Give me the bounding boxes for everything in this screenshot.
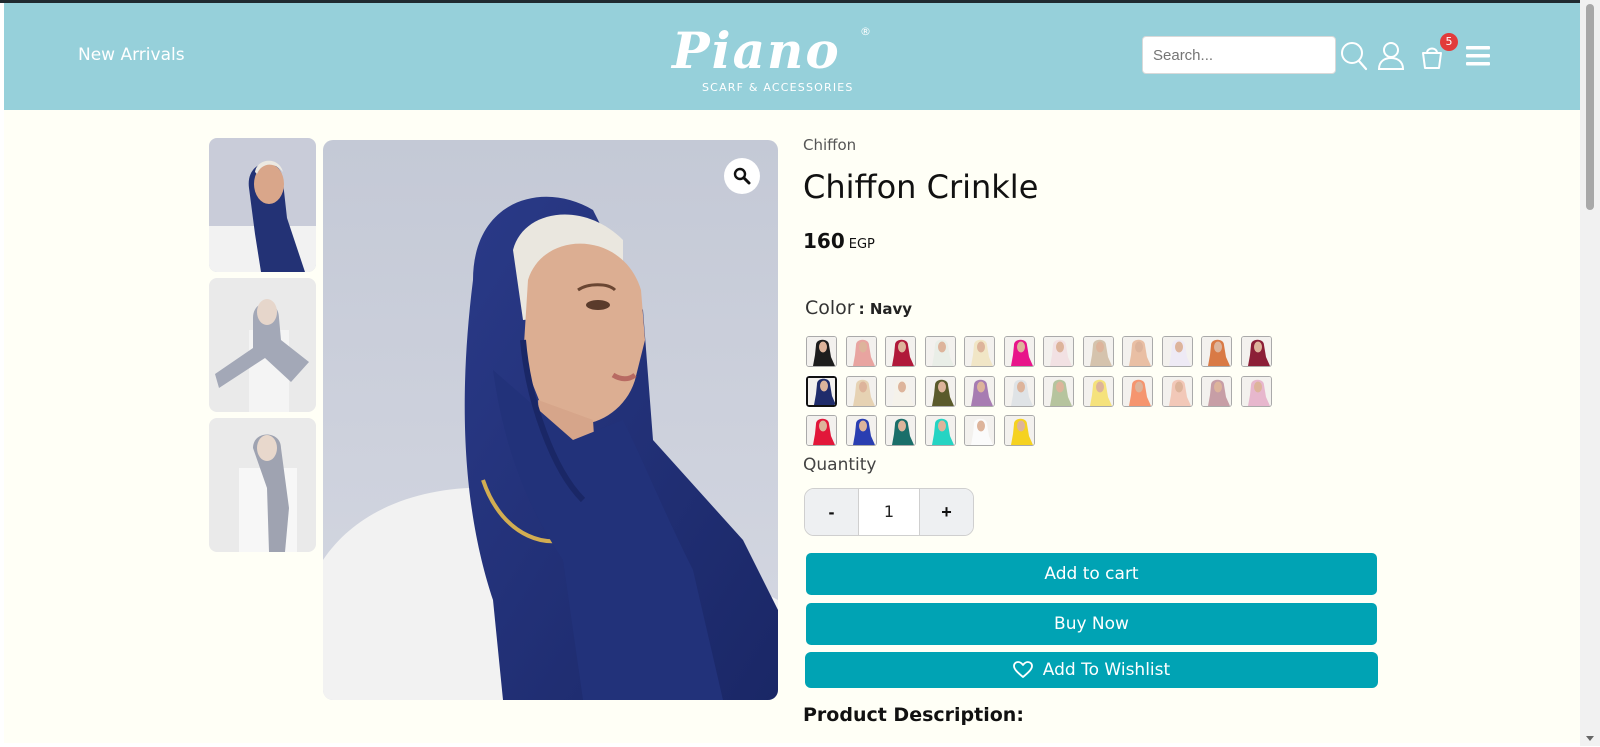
color-swatch[interactable] — [1043, 376, 1074, 407]
color-swatch[interactable] — [846, 336, 877, 367]
buy-now-button[interactable]: Buy Now — [806, 603, 1377, 645]
color-swatch[interactable] — [1201, 336, 1232, 367]
magnifier-icon — [733, 167, 751, 185]
color-swatch[interactable] — [925, 376, 956, 407]
product-category[interactable]: Chiffon — [803, 136, 856, 154]
color-swatch[interactable] — [1004, 336, 1035, 367]
selected-color-name: : Navy — [858, 300, 913, 318]
add-to-wishlist-label: Add To Wishlist — [1042, 660, 1171, 680]
new-arrivals-link[interactable]: New Arrivals — [78, 45, 185, 65]
product-price: 160 EGP — [803, 229, 875, 253]
quantity-increase-button[interactable]: + — [919, 489, 973, 535]
quantity-stepper: - 1 + — [804, 488, 974, 536]
quantity-decrease-button[interactable]: - — [805, 489, 859, 535]
color-swatch[interactable] — [925, 336, 956, 367]
user-icon[interactable] — [1377, 41, 1405, 71]
color-swatch[interactable] — [1162, 336, 1193, 367]
heart-icon — [1012, 661, 1033, 678]
product-page: New Arrivals Piano ® SCARF & ACCESSORIES… — [4, 3, 1580, 743]
color-label: Color — [805, 297, 855, 319]
price-currency: EGP — [848, 237, 875, 252]
add-to-wishlist-button[interactable]: Add To Wishlist — [805, 652, 1378, 688]
buy-now-label: Buy Now — [1054, 614, 1129, 634]
color-swatch[interactable] — [1004, 376, 1035, 407]
add-to-cart-button[interactable]: Add to cart — [806, 553, 1377, 595]
color-swatch[interactable] — [964, 415, 995, 446]
color-swatch[interactable] — [885, 336, 916, 367]
logo-tagline: SCARF & ACCESSORIES — [702, 81, 854, 94]
quantity-value[interactable]: 1 — [859, 489, 919, 535]
color-swatch[interactable] — [1083, 336, 1114, 367]
main-product-image[interactable] — [323, 140, 778, 700]
color-swatch[interactable] — [846, 415, 877, 446]
search-input[interactable] — [1142, 36, 1336, 74]
price-amount: 160 — [803, 229, 845, 253]
cart-count-badge: 5 — [1440, 33, 1458, 51]
color-swatch[interactable] — [925, 415, 956, 446]
product-description-heading: Product Description: — [803, 704, 1024, 726]
search-icon[interactable] — [1340, 41, 1368, 71]
color-swatch[interactable] — [806, 336, 837, 367]
menu-icon[interactable] — [1464, 43, 1492, 73]
product-title: Chiffon Crinkle — [803, 168, 1039, 206]
color-swatch[interactable] — [1122, 376, 1153, 407]
color-swatch[interactable] — [964, 336, 995, 367]
color-swatch[interactable] — [885, 376, 916, 407]
color-swatch[interactable] — [1004, 415, 1035, 446]
color-swatch[interactable] — [805, 375, 838, 408]
color-swatch[interactable] — [1043, 336, 1074, 367]
scrollbar-thumb[interactable] — [1586, 4, 1594, 210]
color-swatch[interactable] — [1083, 376, 1114, 407]
color-swatch[interactable] — [964, 376, 995, 407]
logo-wordmark: Piano — [672, 21, 841, 80]
color-swatch[interactable] — [1162, 376, 1193, 407]
thumbnail-2[interactable] — [209, 278, 316, 412]
color-swatch[interactable] — [806, 415, 837, 446]
color-swatch[interactable] — [1201, 376, 1232, 407]
add-to-cart-label: Add to cart — [1044, 564, 1139, 584]
color-swatch[interactable] — [1122, 336, 1153, 367]
color-swatch[interactable] — [885, 415, 916, 446]
site-header: New Arrivals Piano ® SCARF & ACCESSORIES… — [4, 3, 1580, 110]
thumbnail-3[interactable] — [209, 418, 316, 552]
quantity-label: Quantity — [803, 455, 877, 475]
color-swatch[interactable] — [1241, 376, 1272, 407]
color-selector-label: Color: Navy — [805, 297, 912, 319]
site-logo[interactable]: Piano ® SCARF & ACCESSORIES — [672, 21, 892, 101]
scroll-down-arrow-icon[interactable] — [1585, 728, 1595, 741]
color-swatch[interactable] — [846, 376, 877, 407]
zoom-button[interactable] — [724, 158, 760, 194]
thumbnail-1[interactable] — [209, 138, 316, 272]
logo-registered-mark: ® — [860, 25, 871, 38]
color-swatch[interactable] — [1241, 336, 1272, 367]
browser-viewport: New Arrivals Piano ® SCARF & ACCESSORIES… — [0, 0, 1600, 746]
